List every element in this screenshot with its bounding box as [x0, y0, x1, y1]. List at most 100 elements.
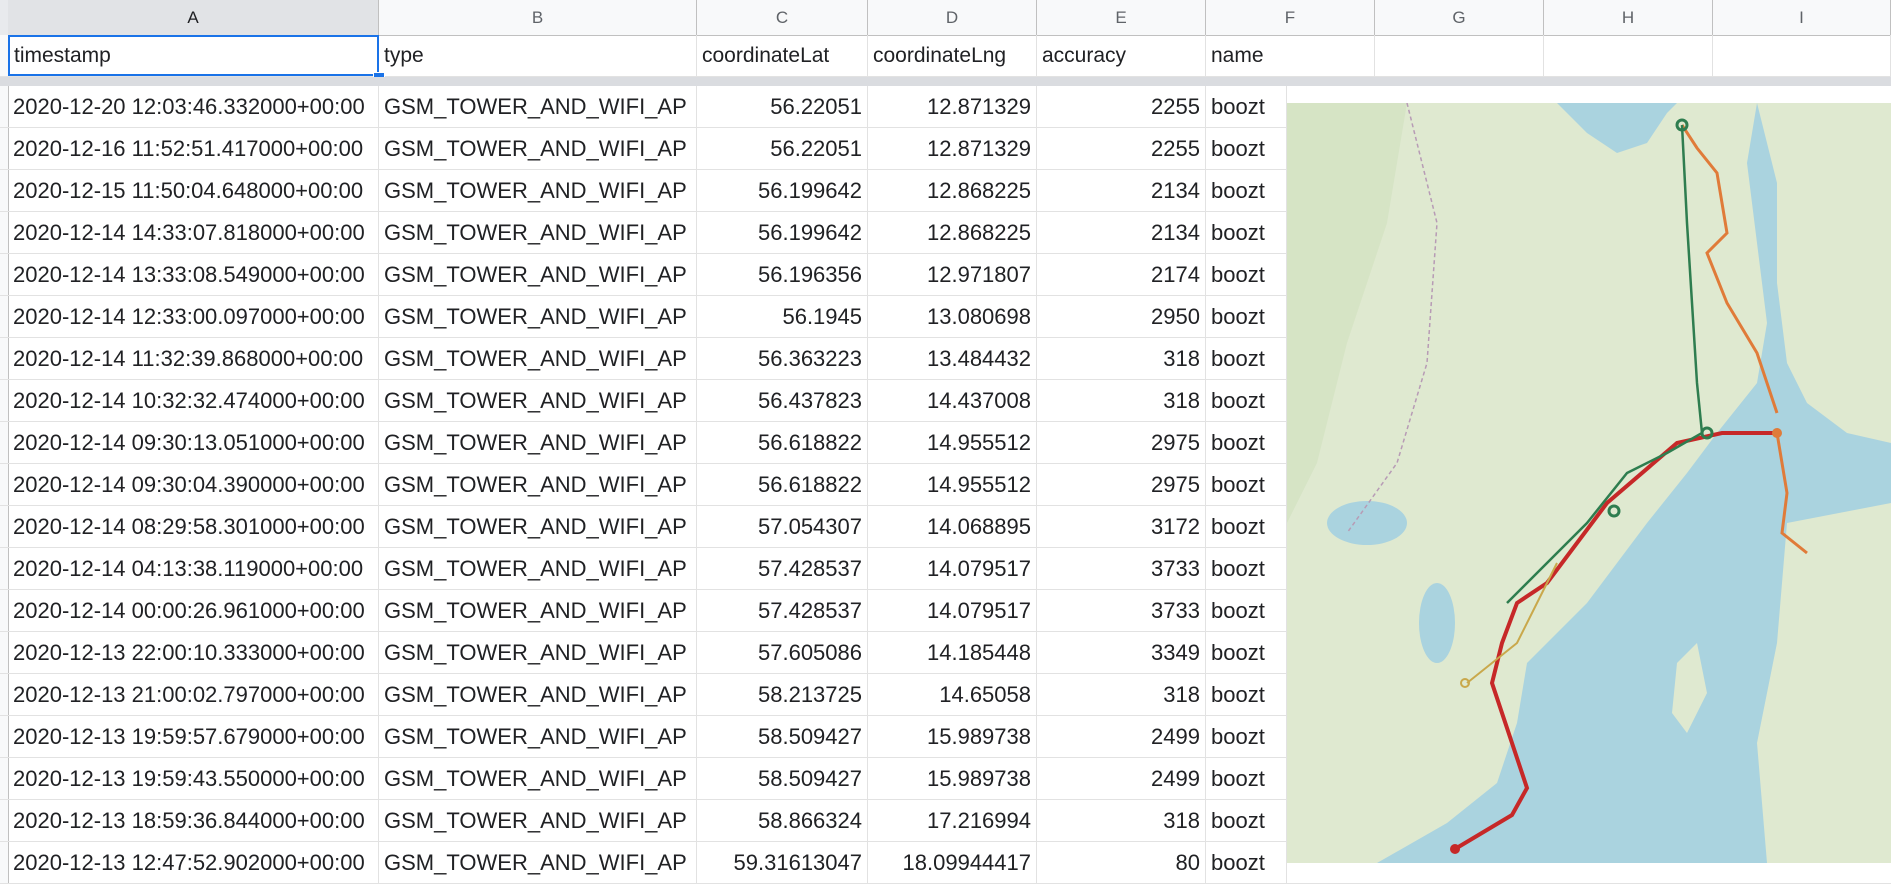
cell-accuracy[interactable]: 2975 [1037, 464, 1206, 505]
column-header-i[interactable]: I [1713, 0, 1891, 35]
cell-lat[interactable]: 56.618822 [697, 422, 868, 463]
column-header-h[interactable]: H [1544, 0, 1713, 35]
cell-lat[interactable]: 56.196356 [697, 254, 868, 295]
cell-type[interactable]: GSM_TOWER_AND_WIFI_AP [379, 254, 697, 295]
cell-name[interactable]: boozt [1206, 212, 1287, 253]
cell-header-timestamp[interactable]: timestamp [8, 35, 379, 76]
cell-lat[interactable]: 57.428537 [697, 548, 868, 589]
cell-lat[interactable]: 57.428537 [697, 590, 868, 631]
column-header-d[interactable]: D [868, 0, 1037, 35]
cell-lng[interactable]: 14.65058 [868, 674, 1037, 715]
cell-timestamp[interactable]: 2020-12-14 08:29:58.301000+00:00 [8, 506, 379, 547]
cell-timestamp[interactable]: 2020-12-14 12:33:00.097000+00:00 [8, 296, 379, 337]
cell-header-lat[interactable]: coordinateLat [697, 35, 868, 76]
cell-header-lng[interactable]: coordinateLng [868, 35, 1037, 76]
cell-timestamp[interactable]: 2020-12-15 11:50:04.648000+00:00 [8, 170, 379, 211]
cell-timestamp[interactable]: 2020-12-14 09:30:04.390000+00:00 [8, 464, 379, 505]
cell-lat[interactable]: 56.199642 [697, 170, 868, 211]
cell-timestamp[interactable]: 2020-12-14 13:33:08.549000+00:00 [8, 254, 379, 295]
cell-name[interactable]: boozt [1206, 170, 1287, 211]
cell-lng[interactable]: 12.871329 [868, 128, 1037, 169]
column-header-f[interactable]: F [1206, 0, 1375, 35]
cell-name[interactable]: boozt [1206, 338, 1287, 379]
cell-lat[interactable]: 58.866324 [697, 800, 868, 841]
cell-accuracy[interactable]: 2134 [1037, 212, 1206, 253]
cell-lat[interactable]: 56.363223 [697, 338, 868, 379]
cell-timestamp[interactable]: 2020-12-13 18:59:36.844000+00:00 [8, 800, 379, 841]
cell-name[interactable]: boozt [1206, 86, 1287, 127]
cell-timestamp[interactable]: 2020-12-14 04:13:38.119000+00:00 [8, 548, 379, 589]
cell-timestamp[interactable]: 2020-12-13 19:59:57.679000+00:00 [8, 716, 379, 757]
cell-lng[interactable]: 12.868225 [868, 212, 1037, 253]
column-header-a[interactable]: A [8, 0, 379, 35]
cell-name[interactable]: boozt [1206, 254, 1287, 295]
cell-lat[interactable]: 58.509427 [697, 758, 868, 799]
column-header-c[interactable]: C [697, 0, 868, 35]
cell-name[interactable]: boozt [1206, 296, 1287, 337]
cell-timestamp[interactable]: 2020-12-16 11:52:51.417000+00:00 [8, 128, 379, 169]
cell-type[interactable]: GSM_TOWER_AND_WIFI_AP [379, 86, 697, 127]
route-map-image[interactable] [1287, 103, 1891, 863]
cell-timestamp[interactable]: 2020-12-13 22:00:10.333000+00:00 [8, 632, 379, 673]
cell-type[interactable]: GSM_TOWER_AND_WIFI_AP [379, 212, 697, 253]
cell-lat[interactable]: 56.199642 [697, 212, 868, 253]
cell-accuracy[interactable]: 80 [1037, 842, 1206, 883]
cell-accuracy[interactable]: 2134 [1037, 170, 1206, 211]
cell-timestamp[interactable]: 2020-12-14 00:00:26.961000+00:00 [8, 590, 379, 631]
cell-lng[interactable]: 14.068895 [868, 506, 1037, 547]
cell-type[interactable]: GSM_TOWER_AND_WIFI_AP [379, 758, 697, 799]
cell-name[interactable]: boozt [1206, 128, 1287, 169]
cell-name[interactable]: boozt [1206, 464, 1287, 505]
cell-empty[interactable] [1713, 35, 1891, 76]
cell-type[interactable]: GSM_TOWER_AND_WIFI_AP [379, 296, 697, 337]
cell-lng[interactable]: 14.955512 [868, 464, 1037, 505]
cell-accuracy[interactable]: 3349 [1037, 632, 1206, 673]
cell-accuracy[interactable]: 318 [1037, 800, 1206, 841]
cell-timestamp[interactable]: 2020-12-20 12:03:46.332000+00:00 [8, 86, 379, 127]
cell-lat[interactable]: 58.213725 [697, 674, 868, 715]
cell-type[interactable]: GSM_TOWER_AND_WIFI_AP [379, 338, 697, 379]
cell-lat[interactable]: 58.509427 [697, 716, 868, 757]
cell-accuracy[interactable]: 318 [1037, 380, 1206, 421]
cell-timestamp[interactable]: 2020-12-13 12:47:52.902000+00:00 [8, 842, 379, 883]
column-header-b[interactable]: B [379, 0, 697, 35]
cell-name[interactable]: boozt [1206, 632, 1287, 673]
cell-timestamp[interactable]: 2020-12-14 10:32:32.474000+00:00 [8, 380, 379, 421]
cell-lng[interactable]: 15.989738 [868, 758, 1037, 799]
cell-accuracy[interactable]: 2255 [1037, 86, 1206, 127]
cell-name[interactable]: boozt [1206, 800, 1287, 841]
cell-accuracy[interactable]: 2255 [1037, 128, 1206, 169]
cell-lng[interactable]: 13.484432 [868, 338, 1037, 379]
cell-header-type[interactable]: type [379, 35, 697, 76]
cell-name[interactable]: boozt [1206, 590, 1287, 631]
cell-type[interactable]: GSM_TOWER_AND_WIFI_AP [379, 800, 697, 841]
cell-type[interactable]: GSM_TOWER_AND_WIFI_AP [379, 380, 697, 421]
cell-lng[interactable]: 14.079517 [868, 590, 1037, 631]
cell-lng[interactable]: 12.971807 [868, 254, 1037, 295]
cell-accuracy[interactable]: 3172 [1037, 506, 1206, 547]
cell-lng[interactable]: 17.216994 [868, 800, 1037, 841]
cell-lng[interactable]: 14.955512 [868, 422, 1037, 463]
cell-accuracy[interactable]: 3733 [1037, 590, 1206, 631]
cell-lng[interactable]: 12.871329 [868, 86, 1037, 127]
cell-empty[interactable] [1375, 35, 1544, 76]
cell-lng[interactable]: 12.868225 [868, 170, 1037, 211]
cell-accuracy[interactable]: 2174 [1037, 254, 1206, 295]
cell-type[interactable]: GSM_TOWER_AND_WIFI_AP [379, 170, 697, 211]
cell-type[interactable]: GSM_TOWER_AND_WIFI_AP [379, 716, 697, 757]
cell-accuracy[interactable]: 2950 [1037, 296, 1206, 337]
column-header-e[interactable]: E [1037, 0, 1206, 35]
cell-accuracy[interactable]: 318 [1037, 674, 1206, 715]
cell-name[interactable]: boozt [1206, 842, 1287, 883]
cell-type[interactable]: GSM_TOWER_AND_WIFI_AP [379, 506, 697, 547]
cell-name[interactable]: boozt [1206, 716, 1287, 757]
cell-timestamp[interactable]: 2020-12-13 21:00:02.797000+00:00 [8, 674, 379, 715]
cell-timestamp[interactable]: 2020-12-14 09:30:13.051000+00:00 [8, 422, 379, 463]
cell-name[interactable]: boozt [1206, 548, 1287, 589]
cell-type[interactable]: GSM_TOWER_AND_WIFI_AP [379, 422, 697, 463]
cell-lat[interactable]: 56.22051 [697, 128, 868, 169]
cell-accuracy[interactable]: 2499 [1037, 758, 1206, 799]
cell-timestamp[interactable]: 2020-12-14 11:32:39.868000+00:00 [8, 338, 379, 379]
cell-name[interactable]: boozt [1206, 380, 1287, 421]
cell-lat[interactable]: 56.22051 [697, 86, 868, 127]
